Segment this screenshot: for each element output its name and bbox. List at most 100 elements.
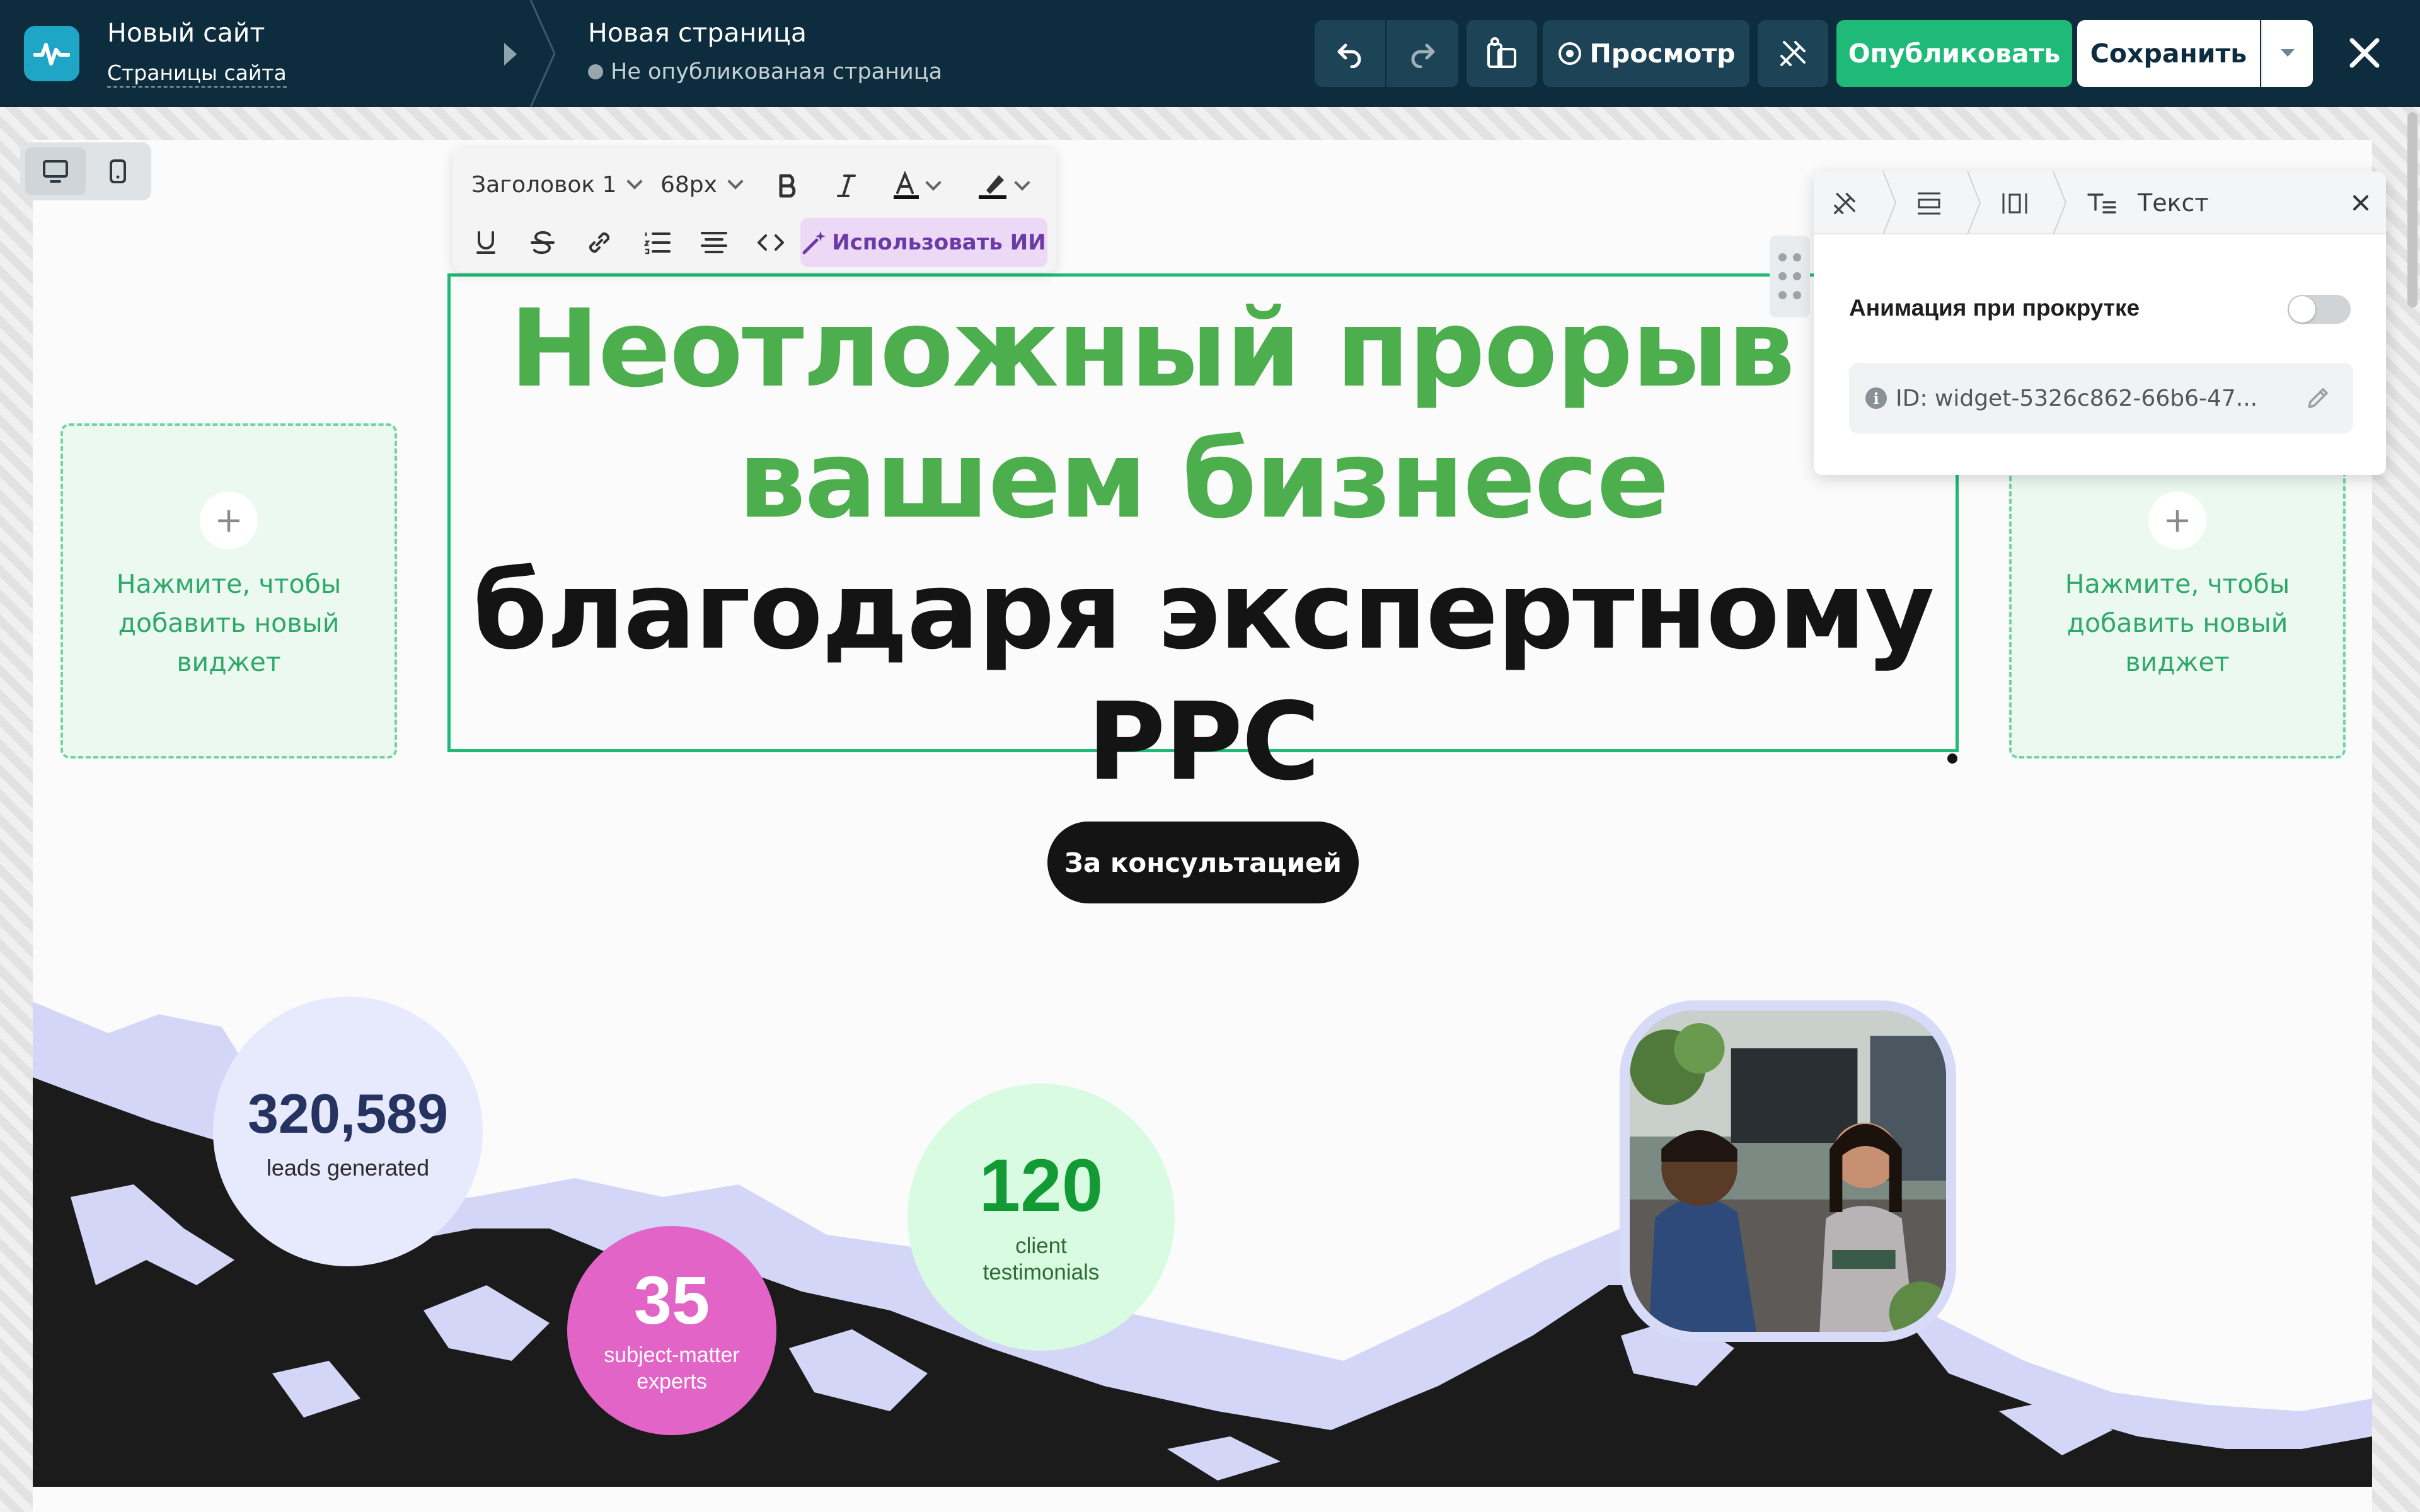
headline-green-part: Неотложный прорыв в вашем бизнесе	[509, 287, 1898, 542]
plus-icon: +	[2148, 491, 2206, 549]
chevron-down-icon	[925, 175, 942, 191]
text-icon	[2087, 193, 2116, 214]
text-color-button[interactable]	[881, 165, 950, 207]
pencil-icon[interactable]	[2303, 383, 2333, 413]
scroll-animation-toggle[interactable]	[2288, 295, 2351, 324]
add-widget-text-right: Нажмите, чтобы добавить новый виджет	[2065, 569, 2290, 677]
eye-icon	[1558, 42, 1581, 65]
page-title: Новая страница	[588, 18, 807, 48]
highlight-button[interactable]	[962, 165, 1044, 207]
magic-icon	[1780, 41, 1806, 66]
list-icon	[644, 232, 671, 255]
add-widget-placeholder-left[interactable]: + Нажмите, чтобы добавить новый виджет	[60, 423, 397, 759]
settings-close-button[interactable]	[2348, 190, 2373, 215]
text-color-icon	[894, 171, 919, 199]
consultation-button[interactable]: За консультацией	[1047, 822, 1359, 903]
underline-button[interactable]	[465, 222, 507, 263]
info-icon: i	[1865, 387, 1887, 409]
align-icon	[701, 232, 727, 253]
mobile-view-button[interactable]	[89, 147, 146, 195]
stat-experts-value: 35	[633, 1262, 710, 1338]
canvas-scrollbar[interactable]	[2407, 112, 2417, 307]
redo-button[interactable]	[1386, 20, 1458, 87]
italic-icon	[837, 175, 856, 197]
code-button[interactable]	[750, 222, 792, 263]
add-widget-text-left: Нажмите, чтобы добавить новый виджет	[116, 569, 342, 677]
undo-button[interactable]	[1315, 20, 1385, 87]
top-bar: Новый сайт Страницы сайта Новая страница…	[0, 0, 2420, 107]
desktop-view-button[interactable]	[25, 147, 86, 195]
hero-headline[interactable]: Неотложный прорыв в вашем бизнесе благод…	[447, 284, 1959, 808]
redo-icon	[1411, 43, 1435, 68]
strikethrough-icon	[531, 231, 555, 255]
stat-experts-label: subject-matter experts	[604, 1343, 740, 1394]
heading-level-value: Заголовок 1	[471, 171, 617, 198]
widget-id-field[interactable]: i ID: widget-5326c862-66b6-47...	[1849, 363, 2353, 433]
site-name: Новый сайт	[107, 18, 265, 48]
stat-testimonials-label: client testimonials	[982, 1234, 1100, 1285]
device-switcher	[20, 142, 151, 200]
desktop-icon	[43, 160, 68, 183]
scroll-animation-label: Анимация при прокрутке	[1849, 295, 2140, 321]
layout-tab[interactable]	[1915, 189, 1944, 218]
preview-button[interactable]: Просмотр	[1543, 20, 1749, 87]
drag-handle[interactable]	[1770, 236, 1810, 318]
chevron-right-icon[interactable]	[504, 43, 517, 66]
highlight-icon	[979, 175, 1006, 199]
stat-leads-value: 320,589	[247, 1082, 449, 1145]
text-format-toolbar: Заголовок 1 68px Использовать ИИ	[452, 147, 1056, 272]
link-button[interactable]	[579, 222, 620, 263]
close-icon	[2353, 195, 2368, 210]
font-size-select[interactable]: 68px	[660, 164, 744, 205]
assets-icon	[1487, 37, 1516, 68]
align-button[interactable]	[693, 222, 735, 263]
resize-handle[interactable]	[1947, 753, 1957, 764]
save-options-button[interactable]	[2261, 20, 2313, 87]
page-status-text: Не опубликованая страница	[611, 59, 943, 84]
tab-separator	[1882, 171, 1897, 234]
tab-separator	[1967, 171, 1981, 234]
status-dot	[588, 64, 603, 79]
site-pages-link[interactable]: Страницы сайта	[107, 60, 287, 88]
publish-button[interactable]: Опубликовать	[1836, 20, 2072, 87]
text-tab[interactable]	[2087, 189, 2116, 218]
spacing-icon	[2002, 193, 2027, 214]
design-tab[interactable]	[1830, 189, 1859, 218]
stat-leads: 320,589 leads generated	[213, 997, 483, 1266]
magic-tools-button[interactable]	[1758, 20, 1828, 87]
close-editor-button[interactable]	[2342, 30, 2387, 76]
layout-icon	[1918, 192, 1940, 215]
save-button[interactable]: Сохранить	[2077, 20, 2260, 87]
undo-icon	[1337, 43, 1361, 68]
stat-testimonials: 120 client testimonials	[908, 1084, 1175, 1351]
bold-icon	[779, 174, 796, 198]
assets-button[interactable]	[1466, 20, 1537, 87]
bold-button[interactable]	[768, 165, 809, 207]
link-icon	[589, 232, 610, 253]
underline-icon	[476, 231, 495, 254]
list-button[interactable]	[637, 222, 678, 263]
breadcrumb-divider	[529, 0, 556, 107]
close-icon	[2349, 38, 2380, 68]
page-status: Не опубликованая страница	[588, 59, 942, 84]
settings-panel-title: Текст	[2138, 189, 2209, 217]
stat-experts: 35 subject-matter experts	[567, 1226, 776, 1435]
widget-id-value: ID: widget-5326c862-66b6-47...	[1896, 385, 2258, 411]
team-photo	[1630, 1011, 1953, 1344]
widget-settings-panel: Текст Анимация при прокрутке i ID: widge…	[1814, 171, 2386, 475]
chevron-down-icon	[1014, 175, 1030, 191]
headline-dark-part: благодаря экспертному PPC	[473, 549, 1934, 805]
use-ai-button[interactable]: Использовать ИИ	[800, 218, 1047, 267]
use-ai-label: Использовать ИИ	[832, 230, 1046, 255]
chevron-down-icon	[2281, 49, 2295, 57]
mobile-icon	[110, 159, 126, 183]
strikethrough-button[interactable]	[522, 222, 563, 263]
chevron-down-icon	[727, 173, 744, 190]
spacing-tab[interactable]	[2000, 189, 2029, 218]
sparkle-icon	[802, 231, 826, 255]
italic-button[interactable]	[826, 165, 867, 207]
pulse-icon[interactable]	[24, 26, 79, 81]
heading-level-select[interactable]: Заголовок 1	[471, 164, 643, 205]
font-size-value: 68px	[660, 171, 717, 198]
chevron-down-icon	[626, 173, 643, 190]
